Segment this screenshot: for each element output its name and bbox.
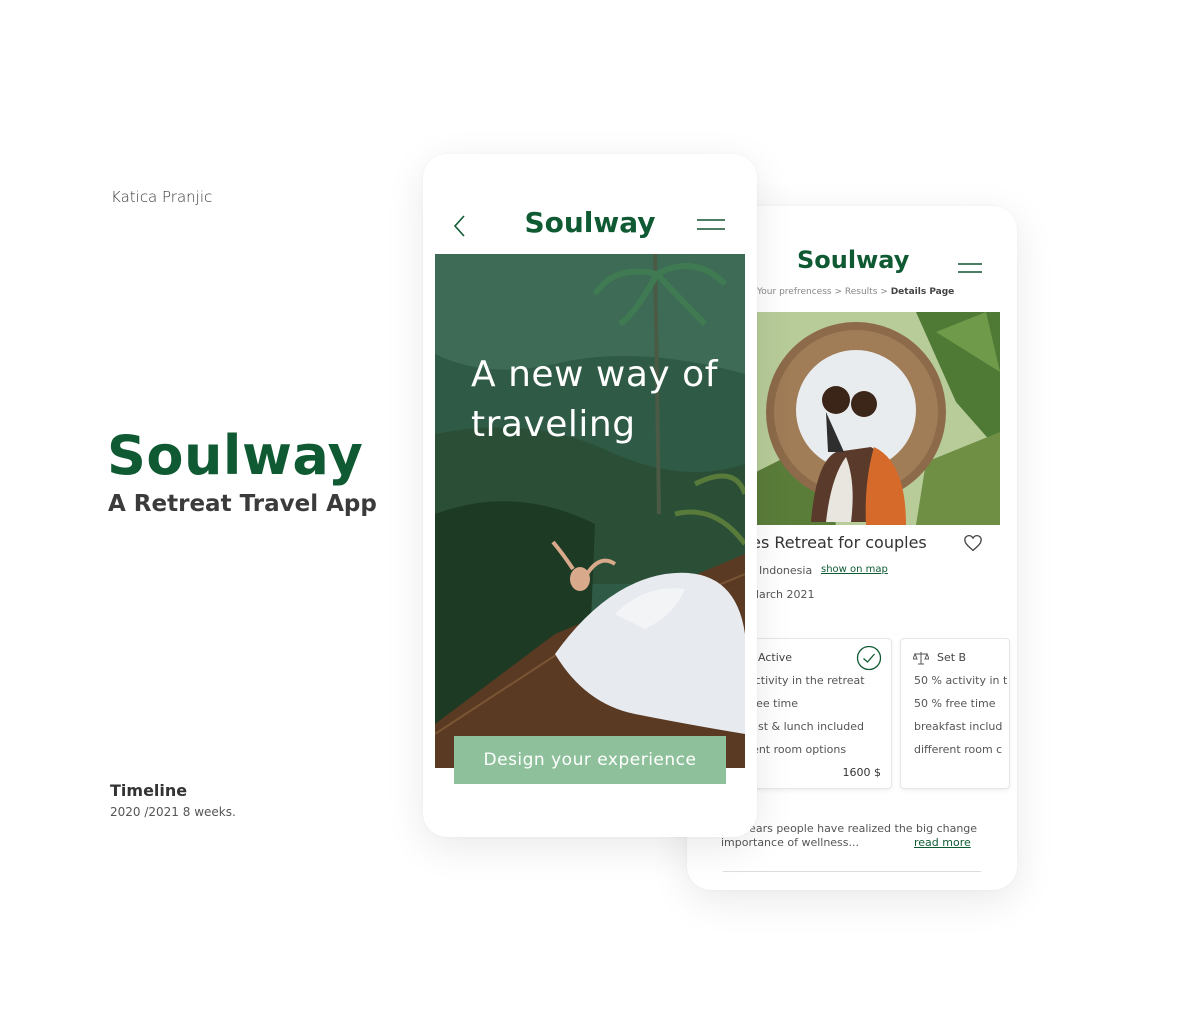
card-line: 50 % activity in t (914, 674, 1008, 687)
location-country: Indonesia (759, 564, 813, 577)
brand-subtitle: A Retreat Travel App (108, 491, 377, 517)
breadcrumb-separator: > (834, 287, 843, 297)
package-card-set-b[interactable]: Set B 50 % activity in t 50 % free time … (900, 638, 1010, 789)
heart-icon[interactable] (963, 534, 983, 552)
card-line: 50 % free time (914, 697, 996, 710)
card-title: Set B (937, 651, 967, 664)
card-title: Active (758, 651, 793, 664)
check-circle-icon (856, 645, 882, 671)
design-experience-button[interactable]: Design your experience (454, 736, 726, 784)
detail-logo: Soulway (797, 246, 910, 274)
breadcrumb-item-preferences[interactable]: Your prefrencess (757, 287, 832, 297)
read-more-link[interactable]: read more (914, 836, 971, 849)
brand-title: Soulway (107, 424, 364, 487)
breadcrumb: Your prefrencess > Results > Details Pag… (757, 287, 954, 297)
retreat-title: nes Retreat for couples (741, 533, 927, 552)
breadcrumb-separator: > (880, 287, 888, 297)
show-on-map-link[interactable]: show on map (821, 564, 888, 575)
divider (723, 871, 981, 872)
hero-headline: A new way of traveling (471, 354, 718, 445)
card-line: breakfast includ (914, 720, 1003, 733)
menu-icon[interactable] (697, 219, 725, 233)
card-price: 1600 $ (842, 766, 882, 779)
timeline-value: 2020 /2021 8 weeks. (110, 805, 236, 819)
breadcrumb-item-results[interactable]: Results (845, 287, 878, 297)
breadcrumb-current: Details Page (890, 287, 955, 297)
phone-landing-screen: Soulway A new way of traveling Design yo… (423, 154, 757, 837)
author-name: Katica Pranjic (111, 188, 213, 206)
menu-icon[interactable] (958, 263, 982, 277)
card-line: kfast & lunch included (741, 720, 864, 733)
timeline-label: Timeline (110, 781, 188, 800)
retreat-photo (756, 312, 1000, 525)
card-line: . activity in the retreat (741, 674, 865, 687)
hero-image: A new way of traveling (435, 254, 745, 768)
card-line: different room c (914, 743, 1003, 756)
scale-icon (913, 652, 929, 665)
